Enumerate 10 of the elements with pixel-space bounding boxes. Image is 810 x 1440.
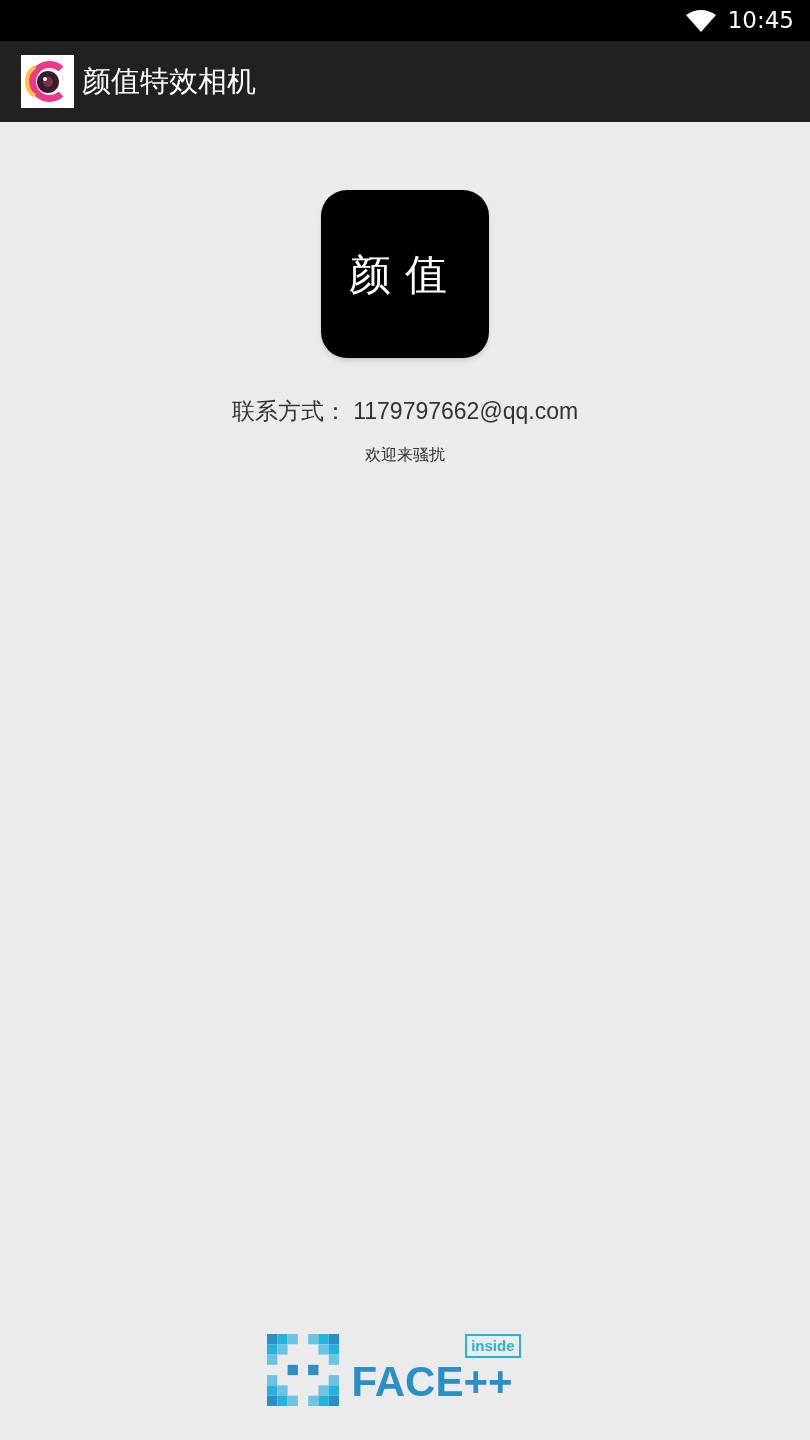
contact-text: 联系方式： 1179797662@qq.com (231, 397, 579, 426)
wifi-icon (685, 9, 716, 32)
camera-app-icon (21, 55, 74, 108)
app-title: 颜值特效相机 (82, 63, 256, 99)
app-logo: 颜值 (321, 190, 489, 358)
badge-text: inside (465, 1334, 521, 1358)
brand-logo-text: FACE++ (351, 1358, 513, 1406)
clock: 10:45 (727, 6, 794, 36)
pixel-frame-icon (267, 1334, 340, 1406)
welcome-text: 欢迎来骚扰 (365, 444, 445, 465)
